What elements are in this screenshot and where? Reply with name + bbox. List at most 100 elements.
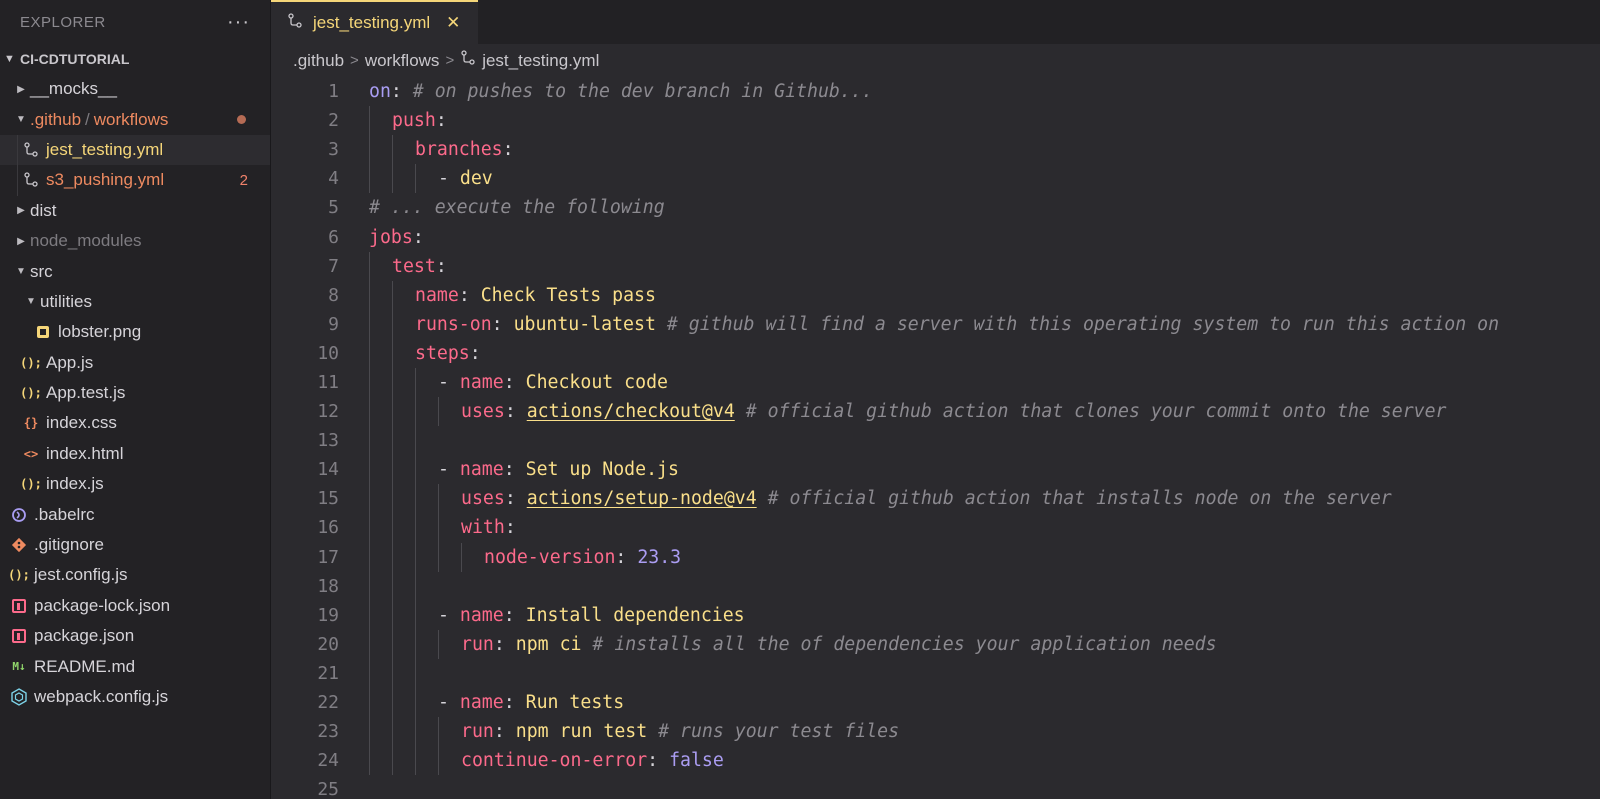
indent-guide — [369, 658, 370, 688]
tree-item-index-css[interactable]: {} index.css — [0, 408, 270, 438]
tree-item-mocks[interactable]: ▶ __mocks__ — [0, 74, 270, 104]
indent-guide — [392, 571, 393, 601]
html-file-icon: <> — [23, 446, 39, 461]
indent-guide — [438, 484, 439, 514]
json-file-icon — [8, 627, 30, 645]
tree-item-label: App.test.js — [46, 383, 126, 403]
indent-guide — [392, 397, 393, 427]
tree-item-app-js[interactable]: (); App.js — [0, 348, 270, 378]
tree-item-src[interactable]: ▼ src — [0, 256, 270, 286]
code-line: 6 jobs: — [271, 222, 1600, 251]
tree-item-label: __mocks__ — [30, 79, 117, 99]
tree-item-utilities[interactable]: ▼ utilities — [0, 287, 270, 317]
tree-item-label: package-lock.json — [34, 595, 171, 615]
breadcrumb-item[interactable]: jest_testing.yml — [482, 51, 599, 71]
code-text: continue-on-error: false — [461, 750, 724, 772]
code-line: 24 continue-on-error: false — [271, 746, 1600, 776]
tree-item-lobster[interactable]: lobster.png — [0, 317, 270, 347]
code-line: 20 run: npm ci # installs all the of dep… — [271, 629, 1600, 659]
breadcrumb-item[interactable]: workflows — [365, 51, 440, 71]
indent-guide — [369, 367, 370, 398]
tree-item-s3-pushing[interactable]: s3_pushing.yml 2 — [0, 165, 270, 196]
indent-guide — [415, 513, 416, 543]
tab-bar: jest_testing.yml ✕ — [271, 0, 1600, 44]
tree-item-dist[interactable]: ▶ dist — [0, 196, 270, 226]
code-text: - name: Checkout code — [438, 371, 668, 393]
code-text: steps: — [415, 342, 481, 364]
code-line: 2 push: — [271, 106, 1600, 136]
tree-item-package-lock[interactable]: package-lock.json — [0, 591, 270, 621]
code-line: 5 # ... execute the following — [271, 193, 1600, 222]
action-link[interactable]: actions/checkout@v4 — [527, 401, 735, 422]
code-line: 21 — [271, 658, 1600, 688]
tree-item-node-modules[interactable]: ▶ node_modules — [0, 226, 270, 256]
editor-area: jest_testing.yml ✕ .github > workflows >… — [271, 0, 1600, 799]
close-icon[interactable]: ✕ — [446, 13, 460, 33]
tree-item-jest-config[interactable]: (); jest.config.js — [0, 560, 270, 590]
line-number: 4 — [328, 168, 339, 190]
tree-item-index-js[interactable]: (); index.js — [0, 469, 270, 499]
code-text: - dev — [438, 168, 493, 190]
code-line: 11 - name: Checkout code — [271, 367, 1600, 398]
indent-guide — [392, 426, 393, 456]
babel-icon — [8, 506, 30, 524]
indent-guide — [415, 455, 416, 485]
code-line: 12 uses: actions/checkout@v4 # official … — [271, 397, 1600, 427]
indent-guide — [392, 513, 393, 543]
indent-guide — [392, 484, 393, 514]
image-file-icon — [32, 323, 54, 341]
line-number: 11 — [317, 371, 339, 393]
indent-guide — [369, 600, 370, 630]
indent-guide — [392, 164, 393, 194]
line-number: 10 — [317, 342, 339, 364]
app-window: EXPLORER ··· ▼ CI-CDTUTORIAL ▶ __mocks__… — [0, 0, 1600, 799]
tree-item-index-html[interactable]: <> index.html — [0, 439, 270, 469]
indent-guide — [438, 542, 439, 572]
tree-item-label: package.json — [34, 626, 135, 646]
code-line: 14 - name: Set up Node.js — [271, 455, 1600, 485]
indent-guide — [369, 338, 370, 368]
code-text: node-version: 23.3 — [484, 546, 682, 568]
workspace-section[interactable]: ▼ CI-CDTUTORIAL — [0, 44, 270, 74]
line-number: 5 — [328, 197, 339, 219]
indent-guide — [438, 397, 439, 427]
breadcrumb-item[interactable]: .github — [293, 51, 344, 71]
indent-guide — [369, 106, 370, 136]
tab-jest-testing[interactable]: jest_testing.yml ✕ — [271, 0, 479, 44]
problem-count-badge: 2 — [239, 171, 248, 189]
line-number: 23 — [317, 721, 339, 743]
indent-guide — [415, 542, 416, 572]
indent-guide — [369, 455, 370, 485]
line-number: 9 — [328, 313, 339, 335]
indent-guide — [438, 717, 439, 747]
indent-guide — [415, 629, 416, 659]
chevron-right-icon: > — [350, 52, 359, 69]
tab-label: jest_testing.yml — [313, 13, 431, 32]
yaml-file-icon — [20, 141, 42, 159]
tree-item-babelrc[interactable]: .babelrc — [0, 499, 270, 529]
tree-item-jest-testing[interactable]: jest_testing.yml — [0, 134, 270, 166]
action-link[interactable]: actions/setup-node@v4 — [527, 488, 757, 509]
css-file-icon: {} — [23, 416, 39, 431]
yaml-file-icon — [287, 12, 303, 34]
tree-item-app-test-js[interactable]: (); App.test.js — [0, 378, 270, 408]
tree-item-readme[interactable]: M↓ README.md — [0, 651, 270, 681]
chevron-down-icon: ▼ — [4, 53, 15, 65]
chevron-down-icon: ▼ — [26, 296, 36, 308]
indent-guide — [392, 455, 393, 485]
indent-guide — [415, 746, 416, 776]
more-actions-icon[interactable]: ··· — [227, 11, 250, 34]
indent-guide — [369, 746, 370, 776]
tree-item-github-workflows[interactable]: ▼ .github / workflows — [0, 104, 270, 134]
code-editor[interactable]: 1 on: # on pushes to the dev branch in G… — [271, 77, 1600, 799]
tree-item-label: s3_pushing.yml — [46, 170, 165, 190]
git-icon — [8, 536, 30, 554]
tree-item-package-json[interactable]: package.json — [0, 621, 270, 651]
tree-item-webpack-config[interactable]: webpack.config.js — [0, 682, 270, 712]
code-text: on: # on pushes to the dev branch in Git… — [369, 81, 873, 103]
markdown-icon: M↓ — [12, 660, 26, 674]
tree-item-label: .babelrc — [34, 504, 95, 524]
indent-guide — [17, 165, 18, 196]
code-line: 18 — [271, 571, 1600, 601]
tree-item-gitignore[interactable]: .gitignore — [0, 530, 270, 560]
